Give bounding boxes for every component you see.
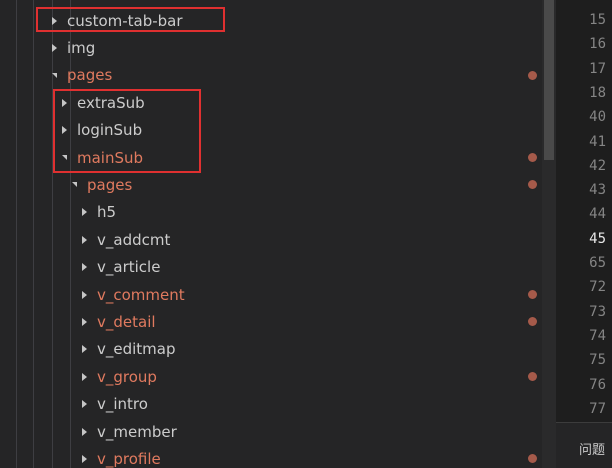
tree-item-label: v_member (97, 422, 177, 441)
line-number: 76 (589, 376, 606, 393)
line-number: 72 (589, 279, 606, 296)
tree-item-label: v_article (97, 258, 161, 277)
tree-item-label: v_editmap (97, 340, 176, 359)
tree-item-folder[interactable]: v_detail (0, 308, 542, 335)
modified-dot-icon (528, 180, 537, 190)
line-number: 77 (589, 400, 606, 417)
line-number: 73 (589, 303, 606, 320)
tree-item-label: h5 (97, 203, 117, 222)
tree-item-label: v_detail (97, 312, 156, 331)
tree-item-folder[interactable]: v_group (0, 363, 542, 390)
line-number: 45 (589, 230, 606, 247)
line-number: 16 (589, 36, 606, 53)
tree-item-folder[interactable]: h5 (0, 199, 542, 226)
editor-gutter: 15 16 17 18 40 41 42 43 44 45 65 72 73 74 75 76 77 (556, 0, 612, 422)
explorer-scrollbar-thumb[interactable] (544, 0, 554, 160)
line-number: 65 (589, 255, 606, 271)
tree-item-label: pages (87, 175, 133, 194)
modified-dot-icon (528, 372, 537, 382)
tree-item-folder[interactable]: pages (0, 171, 542, 198)
tree-item-folder[interactable]: img (0, 34, 542, 61)
chevron-down-icon (47, 68, 61, 82)
highlight-box-subpackages (53, 89, 201, 173)
file-explorer: custom-tab-bar img pages extraSub loginSub ma… (0, 0, 542, 468)
chevron-right-icon (77, 288, 91, 302)
tree-item-label: v_addcmt (97, 230, 171, 249)
chevron-down-icon (67, 178, 81, 192)
tree-item-label: v_comment (97, 285, 185, 304)
modified-dot-icon (528, 317, 537, 327)
modified-dot-icon (528, 290, 537, 299)
tree-item-folder[interactable]: v_editmap (0, 336, 542, 363)
chevron-right-icon (47, 41, 61, 55)
chevron-right-icon (77, 452, 91, 466)
chevron-right-icon (77, 425, 91, 439)
line-number: 43 (589, 182, 606, 199)
chevron-right-icon (77, 342, 91, 356)
line-number: 40 (589, 109, 606, 126)
chevron-right-icon (77, 397, 91, 411)
modified-dot-icon (528, 153, 537, 162)
tree-item-folder[interactable]: v_member (0, 418, 542, 445)
tree-item-label: v_intro (97, 395, 148, 414)
line-number: 41 (589, 133, 606, 150)
line-number: 44 (589, 206, 606, 223)
chevron-right-icon (77, 370, 91, 384)
tree-item-folder[interactable]: v_profile (0, 445, 542, 468)
tree-item-label: v_group (97, 367, 157, 386)
tree-item-folder[interactable]: v_addcmt (0, 226, 542, 253)
tree-item-label: pages (67, 66, 113, 85)
problems-tab[interactable]: 问题 (579, 439, 605, 458)
tree-item-label: img (67, 38, 96, 57)
chevron-right-icon (77, 205, 91, 219)
tree-item-folder[interactable]: v_intro (0, 391, 542, 418)
line-number: 75 (589, 352, 606, 369)
tree-item-folder[interactable]: v_article (0, 254, 542, 281)
bottom-panel: 问题 (556, 422, 612, 468)
chevron-right-icon (77, 233, 91, 247)
tree-item-folder[interactable]: v_comment (0, 281, 542, 308)
chevron-right-icon (77, 315, 91, 329)
line-number: 15 (589, 12, 606, 28)
line-number: 42 (589, 157, 606, 174)
chevron-right-icon (77, 260, 91, 274)
highlight-box-custom-tab-bar (36, 7, 225, 32)
tree-item-label: v_profile (97, 449, 161, 468)
modified-dot-icon (528, 454, 537, 464)
modified-dot-icon (528, 70, 537, 80)
line-number: 17 (589, 60, 606, 77)
line-number: 18 (589, 84, 606, 101)
line-number: 74 (589, 327, 606, 344)
tree-item-folder[interactable]: pages (0, 62, 542, 89)
